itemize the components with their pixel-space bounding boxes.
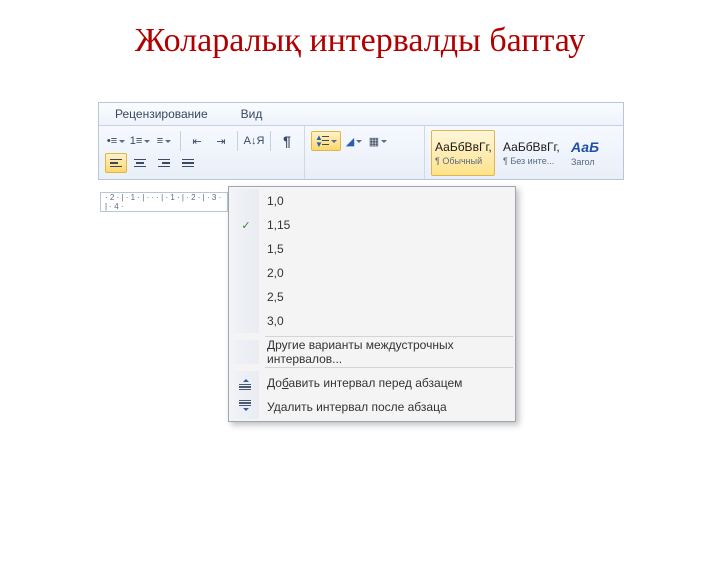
align-justify-icon: [182, 159, 194, 168]
menu-label: 3,0: [267, 314, 507, 328]
spacing-option-1-5[interactable]: 1,5: [231, 237, 513, 261]
separator: [180, 131, 181, 151]
sort-button[interactable]: А↓Я: [243, 131, 265, 151]
align-right-button[interactable]: [153, 153, 175, 173]
spacing-option-2-5[interactable]: 2,5: [231, 285, 513, 309]
style-sample-text: АаБбВвГг,: [503, 140, 559, 154]
menu-label: 1,0: [267, 194, 507, 208]
align-right-icon: [158, 159, 170, 168]
menu-label: Другие варианты междустрочных интервалов…: [267, 338, 507, 366]
add-space-before-icon: [233, 371, 259, 395]
remove-space-after-icon: [233, 395, 259, 419]
paragraph-group-2: ▲▼ ◢ ▦: [305, 126, 425, 179]
numbering-button[interactable]: 1≡: [129, 131, 151, 151]
menu-label: 1,15: [267, 218, 507, 232]
align-center-button[interactable]: [129, 153, 151, 173]
pilcrow-icon: ¶: [283, 133, 291, 149]
tab-view[interactable]: Вид: [225, 103, 280, 125]
align-left-button[interactable]: [105, 153, 127, 173]
separator: [270, 131, 271, 151]
style-no-spacing[interactable]: АаБбВвГг, ¶ Без инте...: [499, 130, 563, 176]
style-normal[interactable]: АаБбВвГг, ¶ Обычный: [431, 130, 495, 176]
ruler-marks: · 2 · | · 1 · | · · · | · 1 · | · 2 · | …: [105, 193, 223, 211]
styles-gallery: АаБбВвГг, ¶ Обычный АаБбВвГг, ¶ Без инте…: [425, 126, 623, 179]
style-heading[interactable]: АаБ Загол: [567, 130, 611, 176]
menu-icon-slot: [233, 237, 259, 261]
multilevel-icon: ≡: [157, 135, 163, 147]
add-space-before-paragraph[interactable]: Добавить интервал перед абзацем: [231, 371, 513, 395]
indent-icon: ⇥: [216, 135, 225, 148]
borders-icon: ▦: [369, 135, 379, 148]
sort-icon: А↓Я: [244, 135, 265, 147]
menu-label: Удалить интервал после абзаца: [267, 400, 507, 414]
ribbon-body: •≡ 1≡ ≡ ⇤ ⇥ А↓Я ¶: [98, 126, 624, 180]
bullets-button[interactable]: •≡: [105, 131, 127, 151]
paragraph-group: •≡ 1≡ ≡ ⇤ ⇥ А↓Я ¶: [99, 126, 305, 179]
align-center-icon: [134, 159, 146, 168]
align-justify-button[interactable]: [177, 153, 199, 173]
slide-title: Жоларалық интервалды баптау: [0, 22, 720, 60]
line-spacing-icon: ▲▼: [315, 134, 329, 148]
style-name-label: ¶ Без инте...: [503, 156, 559, 166]
spacing-option-1-15[interactable]: ✓ 1,15: [231, 213, 513, 237]
style-sample-text: АаБ: [571, 139, 607, 155]
spacing-option-3-0[interactable]: 3,0: [231, 309, 513, 333]
align-left-icon: [110, 159, 122, 168]
separator: [237, 131, 238, 151]
style-name-label: Загол: [571, 157, 607, 167]
menu-icon-slot: [233, 309, 259, 333]
menu-separator: [265, 367, 513, 368]
word-ribbon-screenshot: Рецензирование Вид •≡ 1≡ ≡ ⇤ ⇥ А↓Я ¶: [98, 102, 624, 180]
tab-review[interactable]: Рецензирование: [99, 103, 225, 125]
spacing-option-1-0[interactable]: 1,0: [231, 189, 513, 213]
menu-icon-slot: [233, 340, 259, 364]
menu-label: 2,5: [267, 290, 507, 304]
show-marks-button[interactable]: ¶: [276, 131, 298, 151]
line-spacing-menu: 1,0 ✓ 1,15 1,5 2,0 2,5 3,0 Другие вариан…: [228, 186, 516, 422]
decrease-indent-button[interactable]: ⇤: [186, 131, 208, 151]
borders-button[interactable]: ▦: [367, 131, 389, 151]
increase-indent-button[interactable]: ⇥: [210, 131, 232, 151]
line-spacing-button[interactable]: ▲▼: [311, 131, 341, 151]
multilevel-button[interactable]: ≡: [153, 131, 175, 151]
shading-button[interactable]: ◢: [343, 131, 365, 151]
spacing-option-2-0[interactable]: 2,0: [231, 261, 513, 285]
menu-icon-slot: [233, 285, 259, 309]
ribbon-tab-strip: Рецензирование Вид: [98, 102, 624, 126]
check-icon: ✓: [233, 213, 259, 237]
menu-icon-slot: [233, 189, 259, 213]
menu-label: Добавить интервал перед абзацем: [267, 376, 507, 390]
remove-space-after-paragraph[interactable]: Удалить интервал после абзаца: [231, 395, 513, 419]
bucket-icon: ◢: [346, 135, 354, 148]
bullets-icon: •≡: [107, 135, 117, 147]
menu-label: 2,0: [267, 266, 507, 280]
style-name-label: ¶ Обычный: [435, 156, 491, 166]
menu-label: 1,5: [267, 242, 507, 256]
spacing-options-more[interactable]: Другие варианты междустрочных интервалов…: [231, 340, 513, 364]
numbering-icon: 1≡: [130, 135, 143, 147]
menu-separator: [265, 336, 513, 337]
outdent-icon: ⇤: [192, 135, 201, 148]
menu-icon-slot: [233, 261, 259, 285]
horizontal-ruler[interactable]: · 2 · | · 1 · | · · · | · 1 · | · 2 · | …: [100, 192, 228, 212]
style-sample-text: АаБбВвГг,: [435, 140, 491, 154]
